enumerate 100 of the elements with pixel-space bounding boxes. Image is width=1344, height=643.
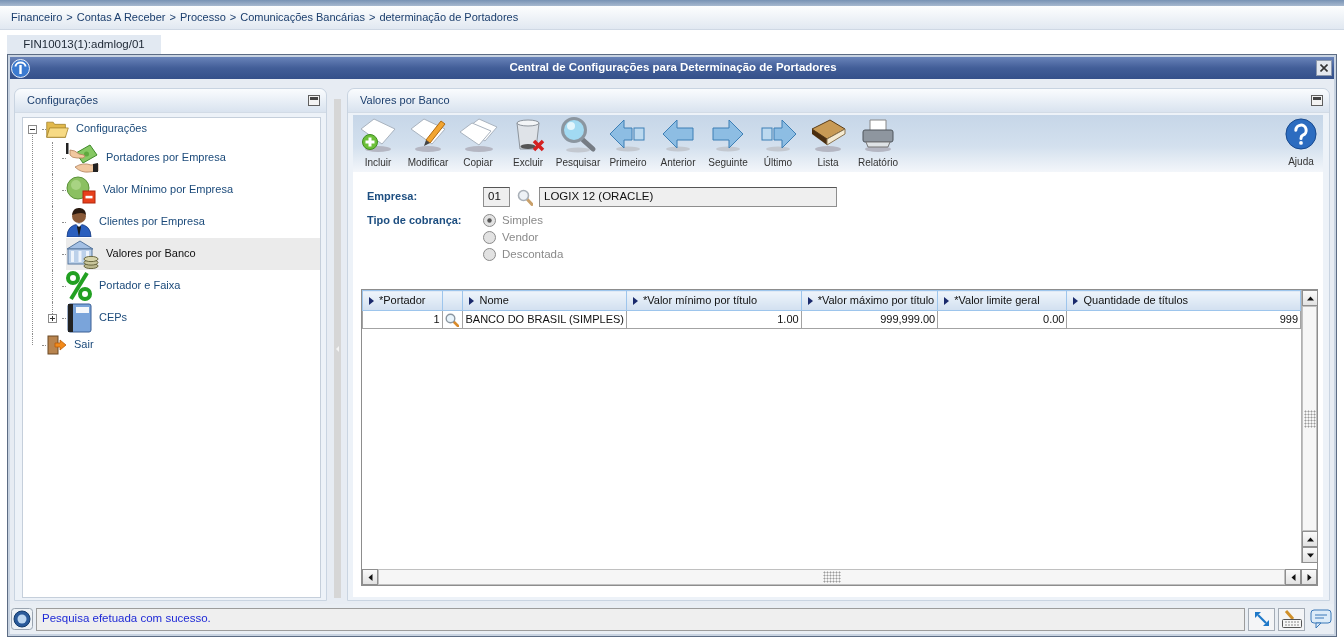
minimize-icon — [1313, 97, 1321, 100]
keyboard-button[interactable] — [1278, 607, 1305, 631]
field-label: Tipo de cobrança: — [367, 214, 463, 228]
breadcrumb-link[interactable]: Comunicações Bancárias — [240, 10, 365, 25]
person-icon — [66, 207, 92, 237]
caret-icon — [944, 296, 950, 305]
tree-item[interactable]: Valor Mínimo por Empresa — [66, 174, 237, 206]
toolbar-button[interactable]: Lista — [803, 116, 853, 172]
minimize-button[interactable] — [1311, 95, 1323, 106]
scroll-thumb[interactable] — [1302, 306, 1317, 531]
close-button[interactable] — [1316, 60, 1332, 76]
tree-item[interactable]: Valores por Banco — [66, 238, 320, 270]
toolbar-button[interactable]: Último — [753, 116, 803, 172]
folder-icon — [46, 120, 69, 138]
radio-label: Descontada — [502, 247, 564, 262]
down-arrow-icon — [1306, 551, 1314, 559]
scroll-thumb[interactable] — [378, 569, 1285, 585]
toolbar-button[interactable]: Anterior — [653, 116, 703, 172]
chat-icon[interactable] — [1310, 609, 1332, 629]
table-cell: 1.00 — [626, 310, 802, 329]
window-title: Central de Configurações para Determinação de Portadores — [508, 61, 838, 75]
table-cell: 999 — [1067, 310, 1301, 329]
radio-label: Simples — [502, 213, 543, 228]
left-arrow-icon — [366, 573, 374, 581]
table-cell: 999,999.00 — [801, 310, 938, 329]
scroll-right-button[interactable] — [1301, 569, 1317, 585]
scroll-down-button[interactable] — [1302, 547, 1318, 563]
toolbar-button[interactable]: Modificar — [403, 116, 453, 172]
column-header[interactable]: *Valor limite geral — [937, 290, 1067, 311]
tree-item[interactable]: Configurações — [46, 118, 151, 140]
caret-icon — [1073, 296, 1079, 305]
up-arrow-icon — [1306, 294, 1314, 302]
scroll-left-button[interactable] — [1285, 569, 1301, 585]
field-label: Empresa: — [367, 190, 419, 204]
up-arrow-icon — [1306, 535, 1314, 543]
breadcrumb-link[interactable]: Financeiro — [11, 10, 63, 25]
tree-item[interactable]: Sair — [46, 334, 98, 356]
breadcrumb-separator: > — [229, 10, 237, 25]
company-name-field: LOGIX 12 (ORACLE) — [539, 187, 837, 207]
splitter-handle[interactable] — [334, 99, 341, 598]
toolbar-button[interactable]: Pesquisar — [553, 116, 603, 172]
caret-icon — [469, 296, 475, 305]
table-cell: BANCO DO BRASIL (SIMPLES) — [462, 310, 627, 329]
grip-icon — [1303, 409, 1316, 428]
minimize-button[interactable] — [308, 95, 320, 106]
column-header[interactable]: *Valor máximo por título — [801, 290, 938, 311]
scroll-up-button[interactable] — [1302, 531, 1318, 547]
caret-icon — [369, 296, 374, 305]
minimize-icon — [310, 97, 318, 100]
search-icon — [558, 116, 598, 153]
tree-item[interactable]: Portador e Faixa — [66, 270, 185, 302]
breadcrumb-separator: > — [368, 10, 376, 25]
edit-document-icon — [408, 116, 448, 153]
expander-toggle[interactable] — [48, 313, 57, 323]
scroll-left-button[interactable] — [362, 569, 378, 585]
diagonal-arrow-icon — [1254, 612, 1269, 626]
tree-item[interactable]: Portadores por Empresa — [66, 142, 230, 174]
column-header[interactable]: *Valor mínimo por título — [626, 290, 802, 311]
left-arrow-icon — [1289, 573, 1297, 581]
column-header[interactable]: Quantidade de títulos — [1067, 290, 1301, 311]
right-arrow-icon — [1305, 573, 1313, 581]
caret-icon — [807, 296, 813, 305]
company-code-field[interactable]: 01 — [483, 187, 510, 207]
breadcrumb-separator: > — [169, 10, 176, 25]
caret-icon — [633, 296, 638, 305]
add-document-icon — [358, 116, 398, 153]
percent-icon — [66, 271, 92, 301]
keyboard-icon — [1281, 610, 1302, 628]
toolbar-button[interactable]: Seguinte — [703, 116, 753, 172]
bank-icon — [66, 239, 99, 269]
column-header — [442, 290, 463, 311]
table-cell: 1 — [362, 310, 443, 329]
column-header[interactable]: Nome — [462, 290, 627, 311]
breadcrumb-separator: > — [66, 10, 73, 25]
radio-label: Vendor — [502, 230, 539, 245]
help-button[interactable]: Ajuda — [1279, 116, 1323, 172]
toolbar-button[interactable]: Relatório — [853, 116, 903, 172]
breadcrumb-link[interactable]: Contas A Receber — [76, 10, 166, 25]
breadcrumb-link[interactable]: Processo — [179, 10, 226, 25]
copy-documents-icon — [458, 116, 498, 153]
help-icon — [1285, 118, 1317, 150]
document-tab[interactable]: FIN10013(1):admlog/01 — [7, 35, 161, 54]
panel-title: Configurações — [27, 93, 98, 108]
table-cell: 0.00 — [937, 310, 1067, 329]
tree-item[interactable]: CEPs — [66, 302, 132, 334]
scroll-up-button[interactable] — [1302, 290, 1318, 306]
breadcrumb-link[interactable]: determinação de Portadores — [379, 10, 519, 25]
toolbar-button[interactable]: Primeiro — [603, 116, 653, 172]
toolbar-button[interactable]: Copiar — [453, 116, 503, 172]
search-icon[interactable] — [444, 312, 459, 327]
toolbar-button[interactable]: Excluir — [503, 116, 553, 172]
coin-minus-icon — [66, 176, 96, 204]
panel-title: Valores por Banco — [360, 93, 450, 108]
globe-icon[interactable] — [11, 608, 33, 630]
column-header[interactable]: *Portador — [362, 290, 443, 311]
status-message: Pesquisa efetuada com sucesso. — [36, 607, 1245, 631]
tree-item[interactable]: Clientes por Empresa — [66, 206, 209, 238]
toolbar-button[interactable]: Incluir — [353, 116, 403, 172]
resize-button[interactable] — [1248, 607, 1275, 631]
expander-toggle[interactable] — [28, 124, 37, 134]
